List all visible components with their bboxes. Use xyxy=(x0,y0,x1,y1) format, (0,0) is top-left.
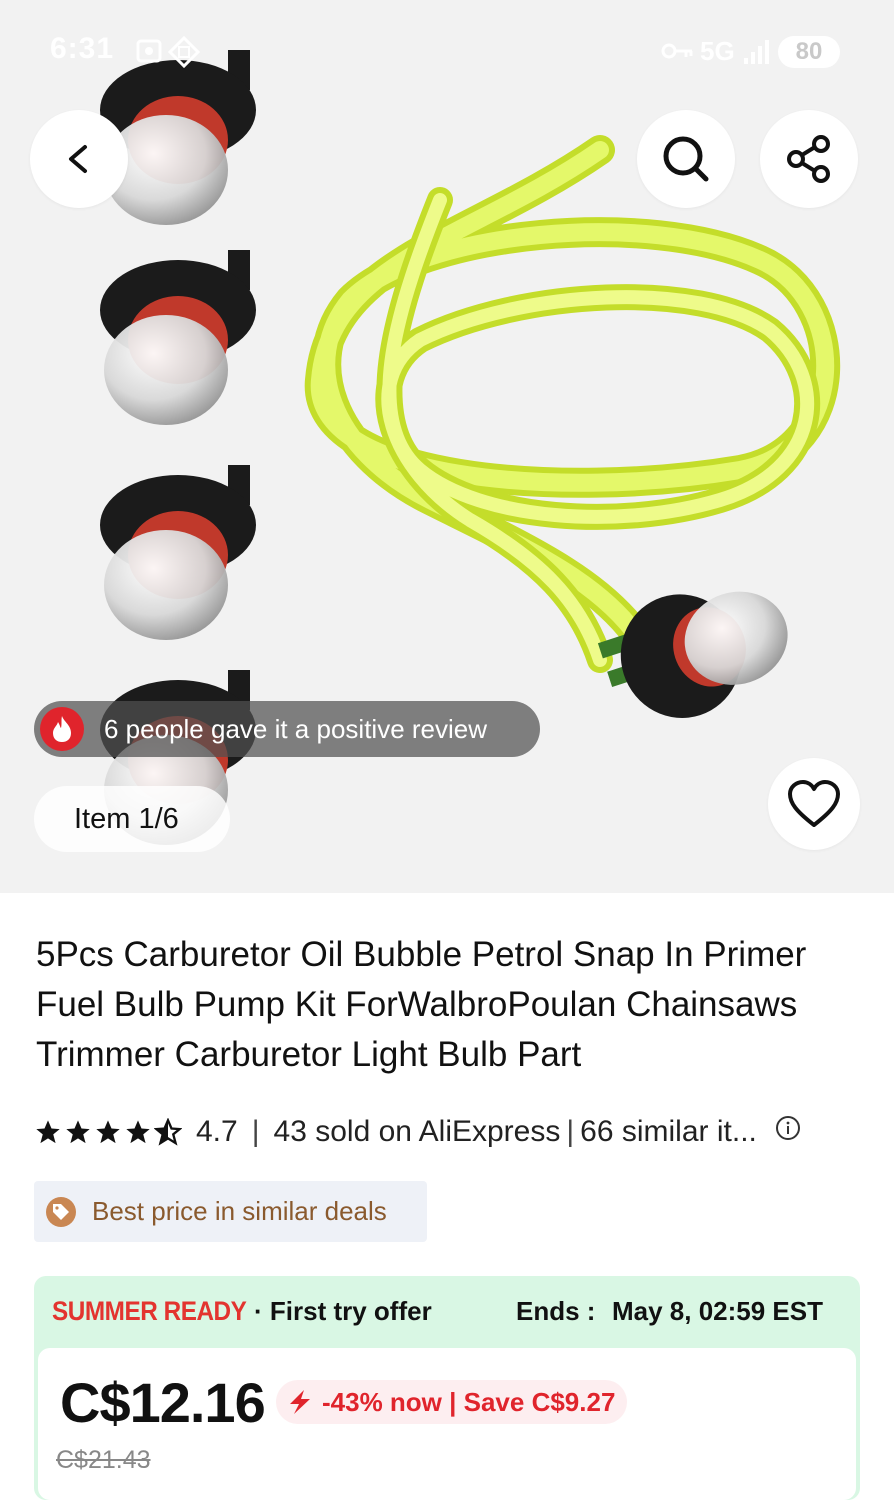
status-time: 6:31 xyxy=(50,32,115,65)
rating-sold-row[interactable]: 4.7 | 43 sold on AliExpress | 66 similar… xyxy=(34,1110,864,1154)
star-half-icon xyxy=(154,1118,182,1146)
best-price-text: Best price in similar deals xyxy=(92,1196,387,1226)
separator: | xyxy=(251,1115,260,1148)
search-icon xyxy=(663,136,709,182)
fire-icon xyxy=(40,707,84,751)
separator: | xyxy=(566,1115,575,1148)
product-image-gallery[interactable]: 6:31 5G 80 6 people gave it a positive r… xyxy=(0,0,894,893)
network-label: 5G xyxy=(700,36,735,66)
wishlist-button[interactable] xyxy=(768,758,860,850)
lightning-icon xyxy=(290,1390,310,1414)
back-button[interactable] xyxy=(30,110,128,208)
review-text: 6 people gave it a positive review xyxy=(104,713,488,744)
key-icon xyxy=(660,36,694,71)
back-arrow-icon xyxy=(69,145,87,173)
best-price-badge[interactable]: Best price in similar deals xyxy=(34,1181,427,1242)
deal-header: SUMMER READY · First try offer Ends : Ma… xyxy=(34,1276,860,1346)
status-bar: 6:31 5G 80 xyxy=(0,0,894,100)
share-icon xyxy=(787,135,830,183)
star-icon xyxy=(126,1120,150,1144)
signal-icon xyxy=(742,36,770,71)
original-price: C$21.43 xyxy=(56,1446,151,1474)
ends-label: Ends : xyxy=(516,1296,596,1326)
product-title: 5Pcs Carburetor Oil Bubble Petrol Snap I… xyxy=(36,935,807,1074)
rating-stars xyxy=(34,1118,182,1146)
current-price: C$12.16 xyxy=(60,1371,266,1434)
offer-label: · First try offer xyxy=(254,1295,432,1326)
star-icon xyxy=(36,1120,60,1144)
rating-value: 4.7 xyxy=(196,1115,238,1148)
sold-count: 43 sold on AliExpress xyxy=(273,1115,561,1148)
deal-panel: SUMMER READY · First try offer Ends : Ma… xyxy=(34,1276,860,1500)
app-notification-icon xyxy=(167,35,201,73)
discount-text: -43% now | Save C$9.27 xyxy=(322,1386,616,1417)
positive-review-banner: 6 people gave it a positive review xyxy=(34,701,540,757)
search-button[interactable] xyxy=(637,110,735,208)
image-counter: Item 1/6 xyxy=(34,786,230,852)
screenshot-icon xyxy=(134,36,164,71)
star-icon xyxy=(66,1120,90,1144)
ends-value: May 8, 02:59 EST xyxy=(612,1296,823,1326)
product-photo xyxy=(100,50,841,845)
heart-icon xyxy=(788,780,840,827)
price-tag-icon xyxy=(46,1196,76,1227)
price-box: C$12.16 -43% now | Save C$9.27 C$21.43 xyxy=(38,1348,856,1500)
star-icon xyxy=(96,1120,120,1144)
share-button[interactable] xyxy=(760,110,858,208)
battery-level: 80 xyxy=(778,36,840,68)
similar-items-link[interactable]: 66 similar it... xyxy=(580,1115,757,1149)
discount-badge: -43% now | Save C$9.27 xyxy=(276,1380,628,1424)
info-icon[interactable] xyxy=(775,1115,801,1149)
campaign-label: SUMMER READY xyxy=(52,1295,247,1326)
